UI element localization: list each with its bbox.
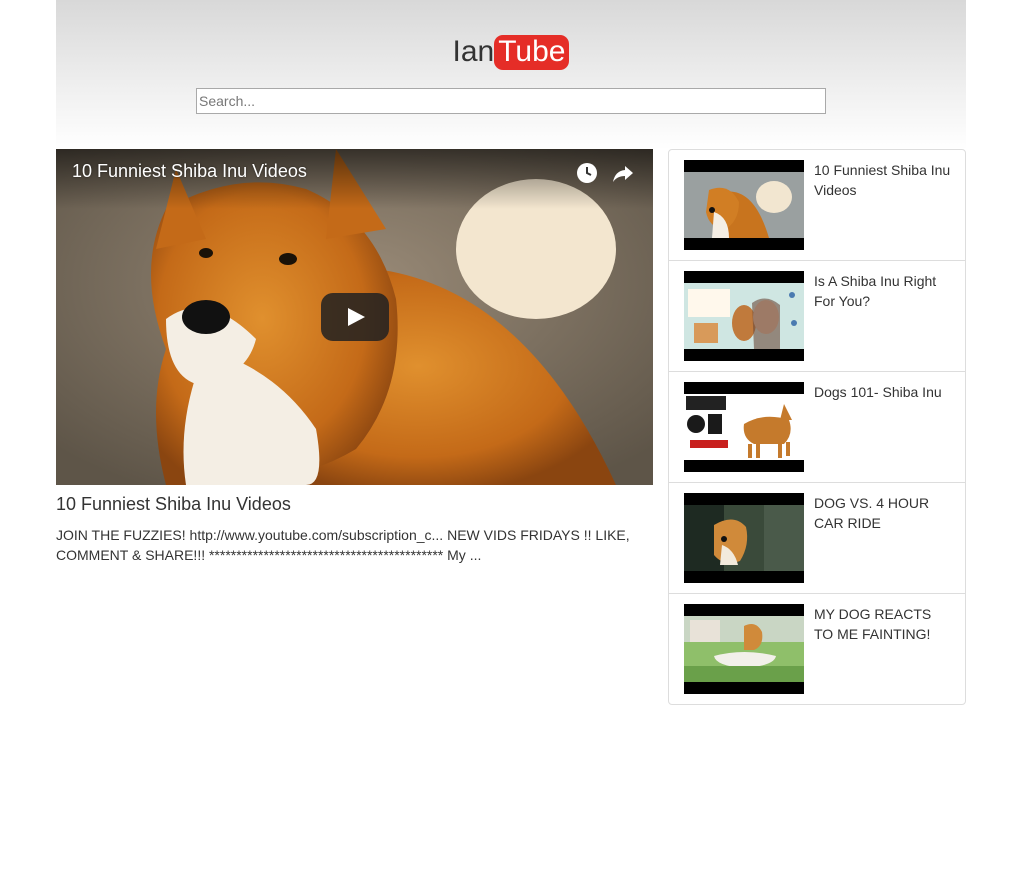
- video-thumbnail[interactable]: [684, 493, 804, 583]
- related-video-title[interactable]: Is A Shiba Inu Right For You?: [814, 271, 954, 311]
- logo-text-tube: Tube: [494, 35, 570, 70]
- video-thumbnail[interactable]: [684, 382, 804, 472]
- video-description: JOIN THE FUZZIES! http://www.youtube.com…: [56, 527, 630, 563]
- related-video-item[interactable]: 10 Funniest Shiba Inu Videos: [669, 150, 965, 261]
- clock-icon[interactable]: [575, 161, 599, 185]
- page: Ian Tube Search... 10 Funniest Shiba Inu…: [56, 0, 966, 705]
- related-video-item[interactable]: DOG VS. 4 HOUR CAR RIDE: [669, 483, 965, 594]
- header: Ian Tube: [56, 0, 966, 150]
- related-videos-list: 10 Funniest Shiba Inu Videos Is A Shiba …: [668, 149, 966, 705]
- video-thumbnail[interactable]: [684, 604, 804, 694]
- logo-text-ian: Ian: [452, 35, 495, 68]
- video-thumbnail[interactable]: [684, 271, 804, 361]
- logo[interactable]: Ian Tube: [56, 34, 966, 70]
- play-icon[interactable]: [321, 293, 389, 341]
- related-video-item[interactable]: Dogs 101- Shiba Inu: [669, 372, 965, 483]
- related-video-item[interactable]: MY DOG REACTS TO ME FAINTING!: [669, 594, 965, 705]
- related-video-title[interactable]: Dogs 101- Shiba Inu: [814, 382, 954, 402]
- related-video-title[interactable]: 10 Funniest Shiba Inu Videos: [814, 160, 954, 200]
- player-overlay-title[interactable]: 10 Funniest Shiba Inu Videos: [72, 161, 307, 182]
- related-video-item[interactable]: Is A Shiba Inu Right For You?: [669, 261, 965, 372]
- search-input[interactable]: [196, 88, 826, 114]
- share-icon[interactable]: [611, 161, 635, 185]
- video-thumbnail[interactable]: [684, 160, 804, 250]
- related-video-title[interactable]: DOG VS. 4 HOUR CAR RIDE: [814, 493, 954, 533]
- related-video-title[interactable]: MY DOG REACTS TO ME FAINTING!: [814, 604, 954, 644]
- video-player[interactable]: 10 Funniest Shiba Inu Videos: [56, 149, 653, 485]
- video-title: 10 Funniest Shiba Inu Videos: [56, 494, 291, 514]
